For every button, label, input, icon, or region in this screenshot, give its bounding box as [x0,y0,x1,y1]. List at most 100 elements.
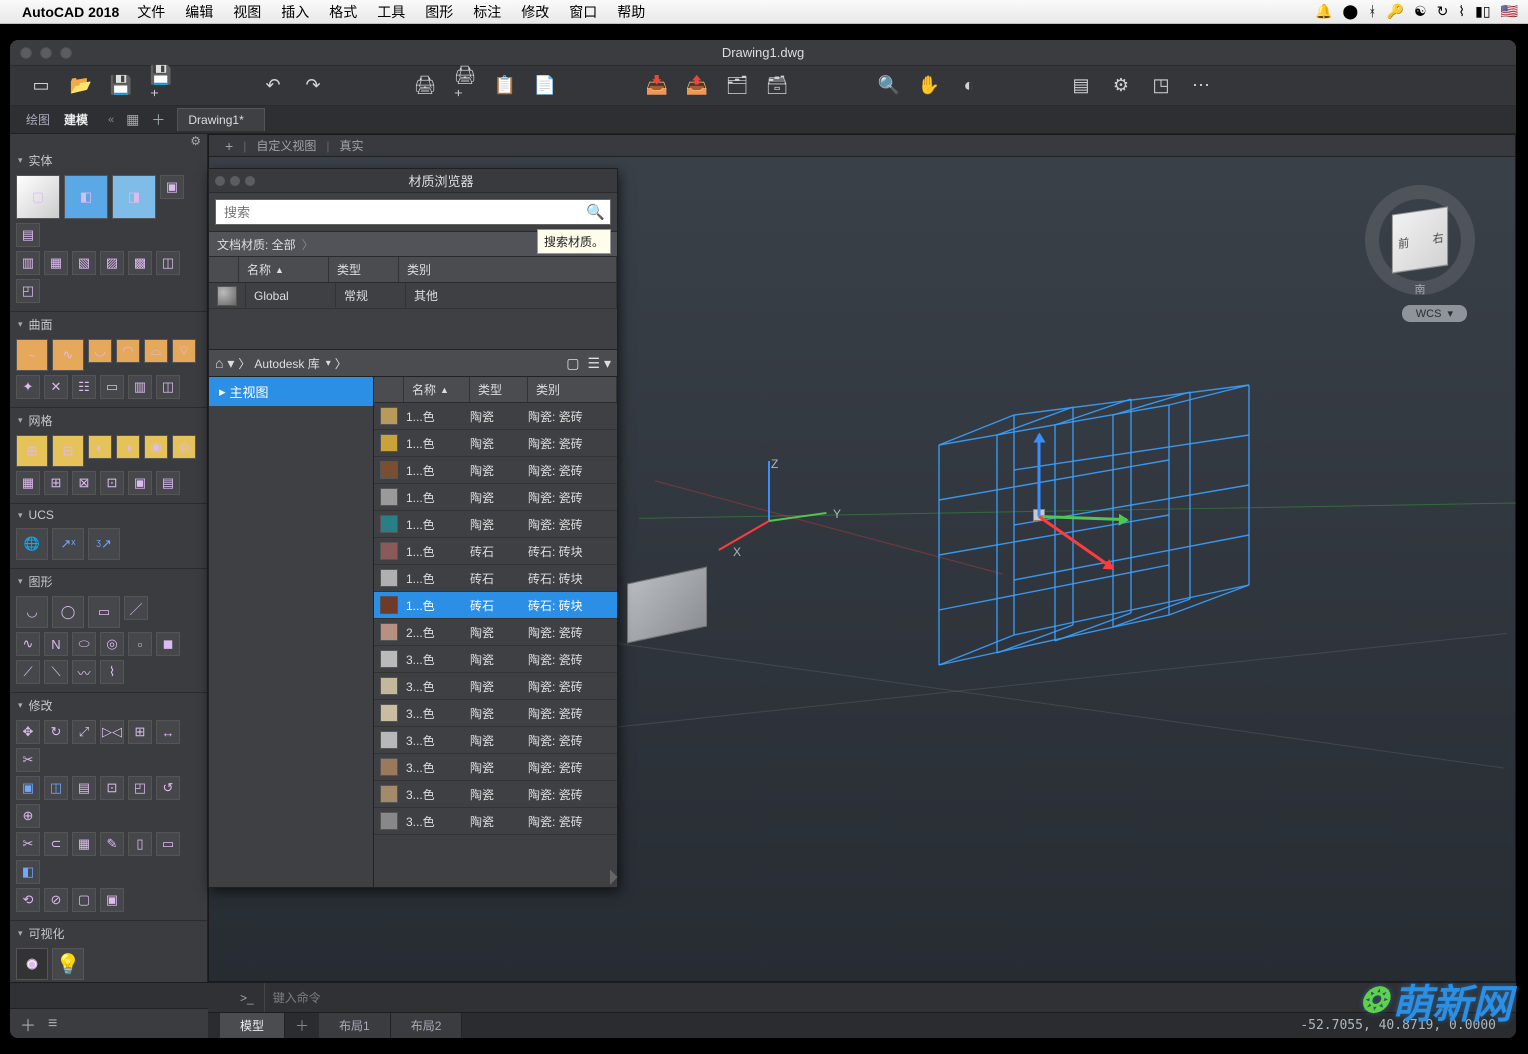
palette-ucs-header[interactable]: UCS [10,504,207,526]
mod-e-icon[interactable]: ◰ [128,776,152,800]
menu-edit[interactable]: 编辑 [185,2,213,22]
rotate-tool-icon[interactable]: ↻ [44,720,68,744]
extrude-tool-icon[interactable]: ◧ [64,175,108,219]
trim-tool-icon[interactable]: ✂ [16,748,40,772]
tray-flag-icon[interactable]: 🇺🇸 [1501,3,1518,20]
line-tool-icon[interactable]: ／ [124,596,148,620]
mesh-k-icon[interactable]: ▣ [128,471,152,495]
mirror-tool-icon[interactable]: ▷◁ [100,720,124,744]
mod-a-icon[interactable]: ▣ [16,776,40,800]
surf-h-icon[interactable]: ✕ [44,375,68,399]
crumb-visual-style[interactable]: 真实 [339,137,363,154]
grid-view-icon[interactable]: ▦ [126,111,139,128]
zoom-icon[interactable]: 🔍 [878,75,900,97]
tray-shield-icon[interactable]: ⬤ [1342,3,1358,20]
export-icon[interactable]: 📤 [686,75,708,97]
orbit-icon[interactable]: ◐ [958,75,980,97]
mesh-b-icon[interactable]: ⊟ [52,435,84,467]
col-category[interactable]: 类别 [399,257,617,282]
menu-view[interactable]: 视图 [233,2,261,22]
libcol-type[interactable]: 类型 [470,377,528,402]
publish-icon[interactable]: 🗂 [726,75,748,97]
print-icon[interactable]: 🖨 [414,75,436,97]
doc-material-row[interactable]: Global常规其他 [209,283,617,309]
surf-d-icon[interactable]: ◠ [116,339,140,363]
tray-bell-icon[interactable]: 🔔 [1315,3,1332,20]
palette-settings-icon[interactable]: ⚙ [190,134,201,148]
geo-b-icon[interactable]: ⟍ [44,660,68,684]
library-material-row[interactable]: 1...色陶瓷陶瓷: 瓷砖 [374,457,617,484]
tab-draw[interactable]: 绘图 [26,111,50,128]
rect-tool-icon[interactable]: ▭ [88,596,120,628]
material-search-input[interactable] [215,199,611,225]
library-material-row[interactable]: 1...色陶瓷陶瓷: 瓷砖 [374,403,617,430]
viewport-add-icon[interactable]: + [225,138,233,154]
stretch-tool-icon[interactable]: ↔ [156,720,180,744]
minimize-window-icon[interactable] [40,47,52,59]
geo-c-icon[interactable]: 〰 [72,660,96,684]
row2-d-icon[interactable]: ▨ [100,251,124,275]
open-file-icon[interactable]: 📂 [70,75,92,97]
new-file-icon[interactable]: ▭ [30,75,52,97]
menu-tools[interactable]: 工具 [377,2,405,22]
library-material-row[interactable]: 3...色陶瓷陶瓷: 瓷砖 [374,646,617,673]
tab-scroll-icon[interactable]: « [108,114,114,126]
mod-b-icon[interactable]: ◫ [44,776,68,800]
surf-k-icon[interactable]: ▥ [128,375,152,399]
menu-help[interactable]: 帮助 [617,2,645,22]
viewcube[interactable]: 前 右 南 [1365,185,1475,295]
app-name[interactable]: AutoCAD 2018 [22,4,119,20]
move-tool-icon[interactable]: ✥ [16,720,40,744]
zoom-window-icon[interactable] [60,47,72,59]
library-material-row[interactable]: 3...色陶瓷陶瓷: 瓷砖 [374,781,617,808]
tray-bluetooth-icon[interactable]: ᚼ [1368,3,1376,20]
material-browser-titlebar[interactable]: 材质浏览器 [209,169,617,193]
solid-subtract-icon[interactable]: ▤ [16,223,40,247]
mesh-l-icon[interactable]: ▤ [156,471,180,495]
scale-tool-icon[interactable]: ⤢ [72,720,96,744]
mod-r-icon[interactable]: ▣ [100,888,124,912]
panel-max-icon[interactable] [245,176,255,186]
mod-h-icon[interactable]: ✂ [16,832,40,856]
mod-c-icon[interactable]: ▤ [72,776,96,800]
mesh-g-icon[interactable]: ▦ [16,471,40,495]
more-icon[interactable]: ⋯ [1190,75,1212,97]
printpreview-icon[interactable]: 🖨⁺ [454,75,476,97]
wcs-selector[interactable]: WCS▾ [1402,305,1467,322]
surf-b-icon[interactable]: ∿ [52,339,84,371]
region-tool-icon[interactable]: ◼ [156,632,180,656]
bottom-menu-icon[interactable]: ≡ [48,1015,57,1033]
viewcube-front-face[interactable]: 前 [1398,234,1409,252]
pan-icon[interactable]: ✋ [918,75,940,97]
solid-union-icon[interactable]: ▣ [160,175,184,199]
import-icon[interactable]: 📥 [646,75,668,97]
mod-m-icon[interactable]: ▭ [156,832,180,856]
row2-e-icon[interactable]: ▩ [128,251,152,275]
row2-c-icon[interactable]: ▧ [72,251,96,275]
surf-g-icon[interactable]: ✦ [16,375,40,399]
viewcube-right-face[interactable]: 右 [1433,229,1444,247]
library-material-row[interactable]: 1...色砖石砖石: 砖块 [374,565,617,592]
mod-l-icon[interactable]: ▯ [128,832,152,856]
surf-l-icon[interactable]: ◫ [156,375,180,399]
tab-model-space[interactable]: 模型 [220,1013,285,1038]
menu-insert[interactable]: 插入 [281,2,309,22]
menu-drawing[interactable]: 图形 [425,2,453,22]
geo-d-icon[interactable]: ⌇ [100,660,124,684]
light-tool-icon[interactable]: 💡 [52,948,84,980]
mesh-e-icon[interactable]: ◉ [144,435,168,459]
ellipse-tool-icon[interactable]: ⬭ [72,632,96,656]
tray-timemachine-icon[interactable]: ↻ [1437,3,1449,20]
library-material-row[interactable]: 1...色砖石砖石: 砖块 [374,538,617,565]
move-gizmo[interactable] [1029,425,1149,555]
panel-min-icon[interactable] [230,176,240,186]
save-file-icon[interactable]: 💾 [110,75,132,97]
menu-format[interactable]: 格式 [329,2,357,22]
presspull-tool-icon[interactable]: ◨ [112,175,156,219]
gizmo-z-axis[interactable] [1038,435,1041,517]
tree-main-view[interactable]: ▸主视图 [209,377,373,406]
tray-wifi-icon[interactable]: ⌇ [1458,3,1465,20]
redo-icon[interactable]: ↷ [302,75,324,97]
mesh-i-icon[interactable]: ⊠ [72,471,96,495]
ucs-world-icon[interactable]: 🌐 [16,528,48,560]
